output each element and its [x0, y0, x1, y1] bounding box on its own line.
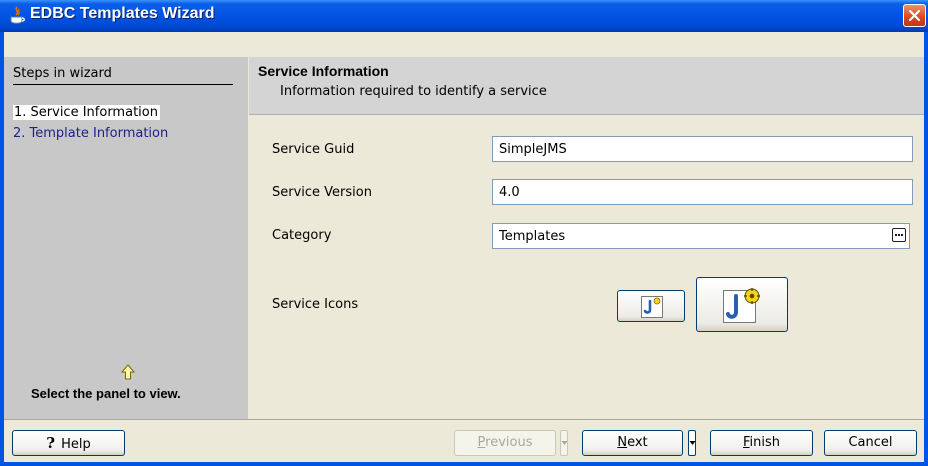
java-small-icon	[641, 296, 663, 318]
chevron-down-icon	[561, 441, 568, 445]
next-button[interactable]: Next	[582, 430, 683, 456]
help-button[interactable]: ? Help	[12, 430, 125, 456]
java-icon	[10, 6, 25, 24]
next-label: ext	[627, 435, 648, 450]
previous-mnemonic: P	[477, 435, 486, 450]
next-dropdown-button[interactable]	[688, 430, 696, 456]
category-browse-button[interactable]	[892, 228, 906, 242]
cancel-button[interactable]: Cancel	[824, 430, 917, 456]
previous-label: revious	[485, 435, 533, 450]
steps-header: Steps in wizard	[13, 66, 233, 85]
service-version-input[interactable]	[492, 179, 913, 205]
large-service-icon-button[interactable]	[696, 277, 788, 332]
previous-dropdown-button[interactable]	[560, 430, 568, 456]
java-large-icon	[723, 288, 760, 323]
select-panel-hint: Select the panel to view.	[31, 386, 181, 401]
category-label: Category	[272, 228, 332, 243]
help-label: Help	[61, 437, 91, 452]
service-guid-input[interactable]	[492, 136, 913, 162]
cancel-label: Cancel	[848, 435, 893, 450]
close-button[interactable]	[903, 4, 926, 27]
window-border-right	[924, 32, 928, 466]
ellipsis-icon	[894, 233, 904, 237]
window-border-bottom	[0, 462, 928, 466]
previous-button[interactable]: Previous	[454, 430, 556, 456]
window-title: EDBC Templates Wizard	[30, 5, 215, 22]
finish-button[interactable]: Finish	[710, 430, 813, 456]
step-service-information[interactable]: 1. Service Information	[13, 105, 160, 120]
panel-title: Service Information	[258, 63, 389, 79]
close-icon	[908, 9, 921, 22]
chevron-down-icon	[689, 441, 696, 445]
service-icons-label: Service Icons	[272, 297, 359, 312]
footer-divider	[4, 419, 924, 420]
finish-label: inish	[749, 435, 781, 450]
panel-subtitle: Information required to identify a servi…	[280, 84, 547, 99]
small-service-icon-button[interactable]	[617, 290, 685, 322]
next-mnemonic: N	[617, 435, 628, 450]
up-arrow-icon	[121, 364, 135, 380]
step-template-information[interactable]: 2. Template Information	[13, 126, 168, 141]
service-version-label: Service Version	[272, 185, 372, 200]
category-input[interactable]	[492, 223, 910, 249]
service-guid-label: Service Guid	[272, 142, 355, 157]
help-icon: ?	[46, 434, 56, 452]
title-bar: EDBC Templates Wizard	[0, 0, 928, 32]
